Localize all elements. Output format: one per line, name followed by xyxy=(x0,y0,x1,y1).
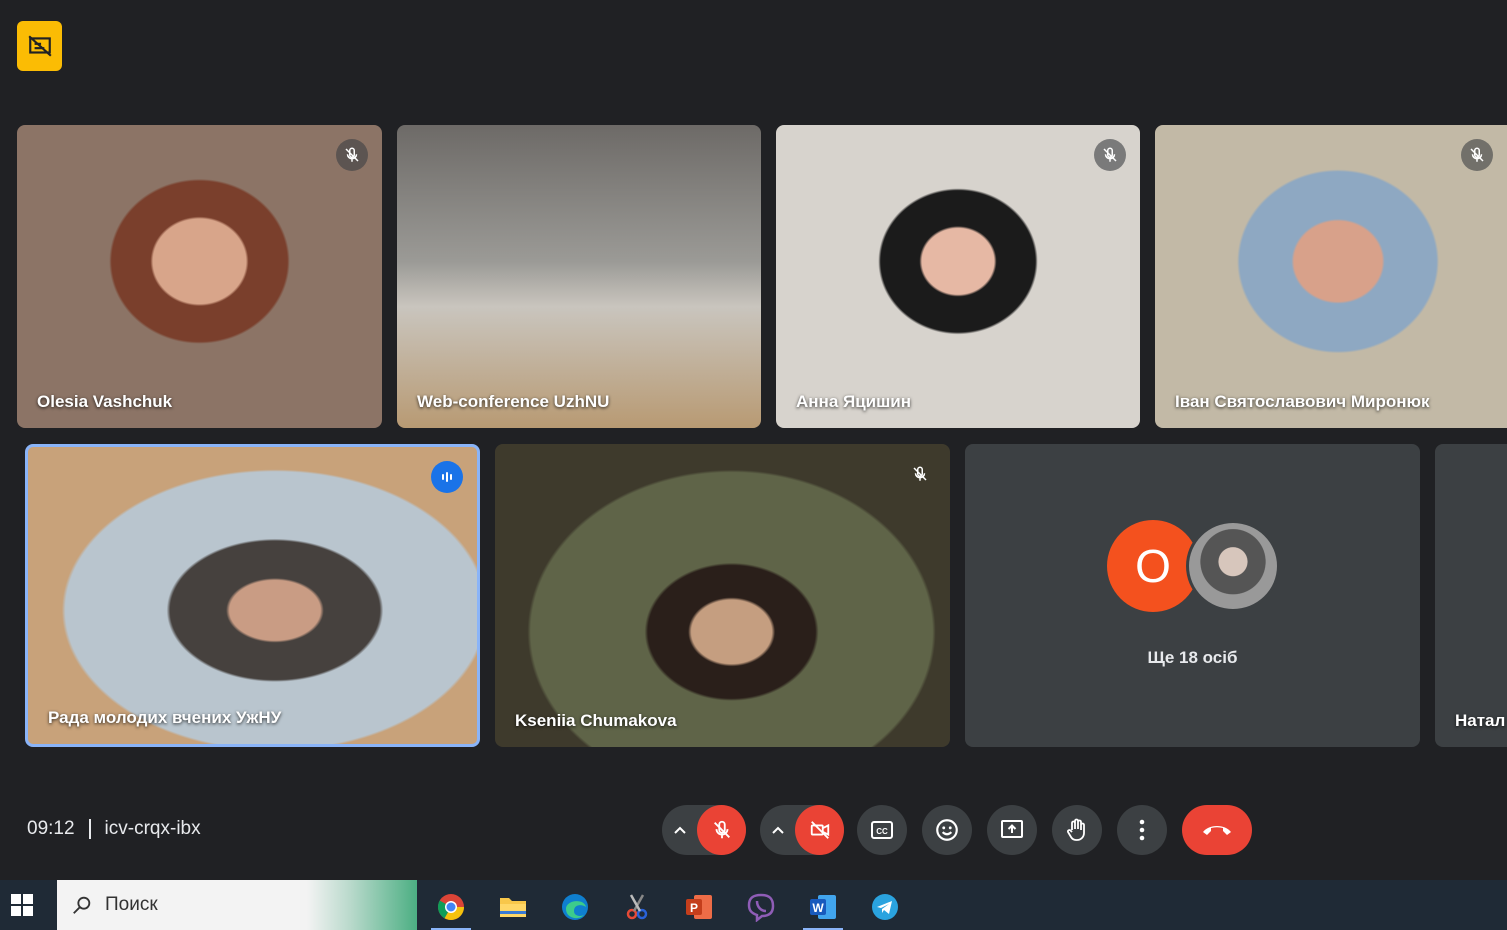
participant-name: Натал xyxy=(1455,711,1506,730)
search-highlight-image xyxy=(307,880,417,930)
participant-tile[interactable]: Натал xyxy=(1435,444,1507,747)
meeting-info: 09:12 icv-crqx-ibx xyxy=(27,818,201,840)
viber-icon[interactable] xyxy=(738,887,784,927)
svg-text:CC: CC xyxy=(876,827,888,836)
windows-taskbar: Поиск P W xyxy=(0,880,1507,930)
powerpoint-icon[interactable]: P xyxy=(676,887,722,927)
mic-toggle-button[interactable] xyxy=(697,805,746,855)
participant-tile[interactable]: Web-conference UzhNU xyxy=(397,125,761,428)
snipping-tool-icon[interactable] xyxy=(614,887,660,927)
more-participants-label: Ще 18 осіб xyxy=(1147,648,1238,667)
no-slides-icon xyxy=(27,35,52,57)
participant-name: Kseniia Chumakova xyxy=(515,711,677,730)
mic-off-icon xyxy=(1461,139,1493,171)
reactions-button[interactable] xyxy=(922,805,972,855)
participant-name: Web-conference UzhNU xyxy=(417,392,610,411)
more-vert-icon xyxy=(1139,819,1145,841)
speaking-indicator-icon xyxy=(431,461,463,493)
windows-start-button[interactable] xyxy=(10,893,38,917)
end-call-icon xyxy=(1203,826,1231,835)
mic-off-icon xyxy=(336,139,368,171)
chevron-up-icon[interactable] xyxy=(662,825,697,835)
more-options-button[interactable] xyxy=(1117,805,1167,855)
participant-tile[interactable]: Kseniia Chumakova xyxy=(495,444,950,747)
avatar xyxy=(1186,520,1280,612)
participant-name: Анна Яцишин xyxy=(796,392,911,411)
present-button[interactable] xyxy=(987,805,1037,855)
captions-icon: CC xyxy=(871,821,893,839)
mic-off-icon xyxy=(904,458,936,490)
present-icon xyxy=(1001,820,1023,838)
camera-toggle-button[interactable] xyxy=(795,805,844,855)
word-icon[interactable]: W xyxy=(800,887,846,930)
participant-name: Іван Святославович Миронюк xyxy=(1175,392,1430,411)
svg-text:P: P xyxy=(690,901,698,915)
captions-button[interactable]: CC xyxy=(857,805,907,855)
emoji-icon xyxy=(936,819,958,841)
participant-tile[interactable]: Olesia Vashchuk xyxy=(17,125,382,428)
taskbar-search[interactable]: Поиск xyxy=(57,880,417,930)
raise-hand-button[interactable] xyxy=(1052,805,1102,855)
raise-hand-icon xyxy=(1067,818,1085,841)
meeting-time: 09:12 xyxy=(27,818,75,839)
file-explorer-icon[interactable] xyxy=(490,887,536,927)
mic-off-icon xyxy=(713,820,730,839)
participant-name: Рада молодих вчених УжНУ xyxy=(48,708,282,727)
edge-icon[interactable] xyxy=(552,887,598,927)
windows-logo-icon xyxy=(11,894,33,916)
end-call-button[interactable] xyxy=(1182,805,1252,855)
telegram-icon[interactable] xyxy=(862,887,908,927)
presentation-off-badge[interactable] xyxy=(17,21,62,71)
mic-off-icon xyxy=(1094,139,1126,171)
meeting-code: icv-crqx-ibx xyxy=(104,818,201,839)
divider xyxy=(88,819,91,839)
participant-name: Olesia Vashchuk xyxy=(37,392,173,411)
chevron-up-icon[interactable] xyxy=(760,825,795,835)
mic-control-group[interactable] xyxy=(662,805,746,855)
overflow-participants-tile[interactable] xyxy=(965,444,1420,747)
svg-text:W: W xyxy=(812,901,824,915)
search-icon xyxy=(73,896,91,914)
participant-tile[interactable]: Іван Святославович Миронюк xyxy=(1155,125,1507,428)
camera-control-group[interactable] xyxy=(760,805,844,855)
participant-tile-speaking[interactable]: Рада молодих вчених УжНУ xyxy=(25,444,480,747)
participant-tile[interactable]: Анна Яцишин xyxy=(776,125,1140,428)
search-placeholder: Поиск xyxy=(105,894,158,915)
chrome-icon[interactable] xyxy=(428,887,474,930)
camera-off-icon xyxy=(810,821,829,839)
